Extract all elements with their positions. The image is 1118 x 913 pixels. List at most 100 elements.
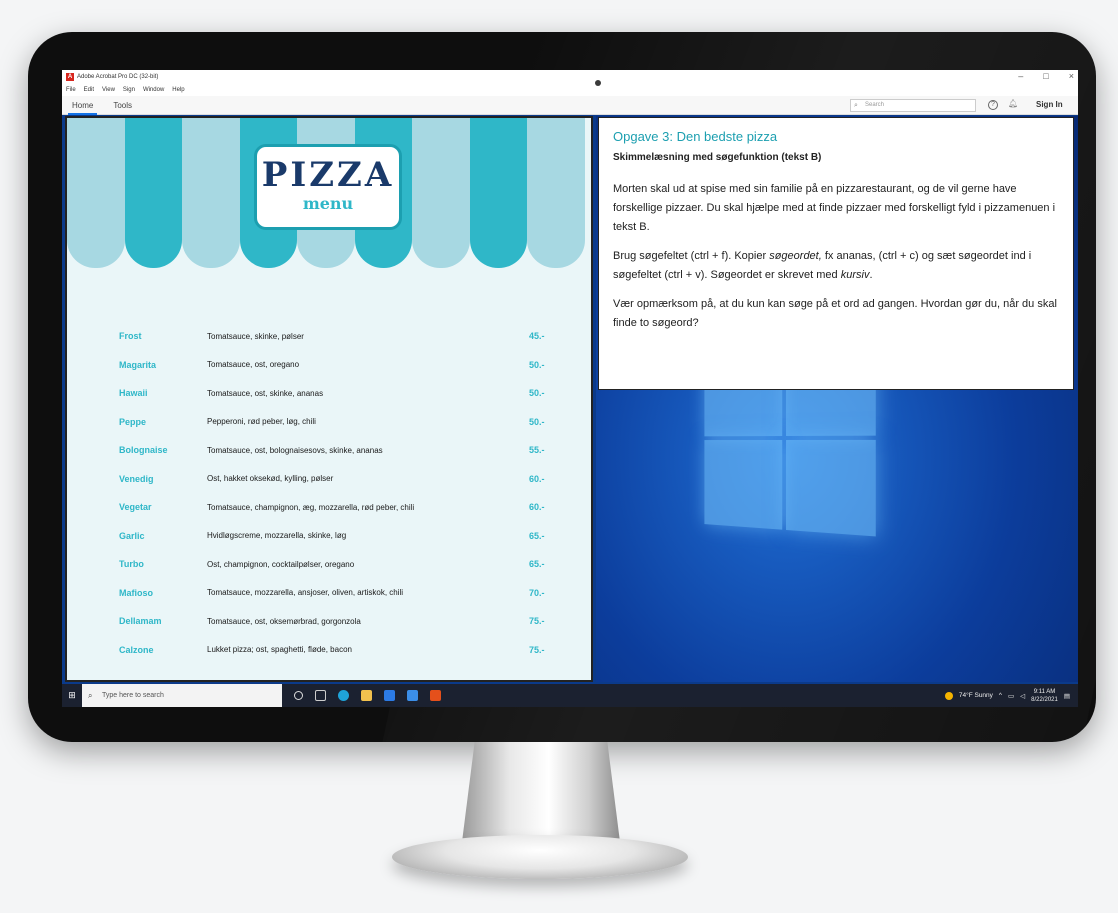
window-controls: – □ × <box>1018 71 1074 81</box>
pizza-price: 45.- <box>529 331 545 342</box>
pizza-name: Peppe <box>119 416 147 427</box>
pizza-name: Calzone <box>119 644 154 655</box>
window-title: Adobe Acrobat Pro DC (32-bit) <box>77 74 159 80</box>
taskbar-clock[interactable]: 9:11 AM 8/22/2021 <box>1031 688 1058 704</box>
pizza-name: Magarita <box>119 359 157 370</box>
pizza-description: Pepperoni, rød peber, løg, chili <box>207 417 316 427</box>
taskbar: ⊞ ⌕ Type here to search 74°F Sunny ^ ▭ ◁… <box>62 684 1078 707</box>
monitor-stand-neck <box>462 742 620 842</box>
awning-stripe <box>469 118 527 268</box>
pizza-price: 65.- <box>529 530 545 541</box>
pizza-name: Hawaii <box>119 388 148 399</box>
pizza-price: 50.- <box>529 416 545 427</box>
pdf-document-pane[interactable]: PIZZA menu Frost Tomatsauce, skinke, pøls… <box>65 116 593 682</box>
pizza-name: Mafioso <box>119 587 154 598</box>
minimize-button[interactable]: – <box>1018 71 1023 81</box>
store-icon[interactable] <box>384 690 395 701</box>
close-button[interactable]: × <box>1069 71 1074 81</box>
awning-stripe <box>412 118 470 268</box>
screen: A Adobe Acrobat Pro DC (32-bit) – □ × Fi… <box>62 70 1078 707</box>
weather-text[interactable]: 74°F Sunny <box>959 692 993 699</box>
task-view-icon[interactable] <box>315 690 326 701</box>
mail-icon[interactable] <box>407 690 418 701</box>
pizza-description: Tomatsauce, ost, oregano <box>207 360 300 370</box>
menu-edit[interactable]: Edit <box>84 87 94 93</box>
menu-view[interactable]: View <box>102 87 115 93</box>
list-item: Peppe Pepperoni, rød peber, løg, chili 50.… <box>119 408 559 437</box>
pizza-price: 50.- <box>529 359 545 370</box>
pizza-description: Tomatsauce, mozzarella, ansjoser, oliven… <box>207 588 404 598</box>
menu-file[interactable]: File <box>66 87 76 93</box>
system-tray: 74°F Sunny ^ ▭ ◁ 9:11 AM 8/22/2021 ▤ <box>944 684 1070 707</box>
pizza-name: Venedig <box>119 473 154 484</box>
acrobat-toolbar: Home Tools ⌕ Search ? 🔔︎ Sign In <box>62 96 1078 115</box>
taskbar-app-icons <box>294 690 441 701</box>
list-item: Venedig Ost, hakket oksekød, kylling, pøl… <box>119 465 559 494</box>
task-paragraph: Vær opmærksom på, at du kun kan søge på … <box>613 298 1057 329</box>
webcam-icon <box>595 80 601 86</box>
pizza-description: Tomatsauce, ost, bolognaisesovs, skinke,… <box>207 445 383 455</box>
search-icon: ⌕ <box>88 691 93 700</box>
pizza-description: Tomatsauce, ost, oksemørbrad, gorgonzola <box>207 616 361 626</box>
menu-help[interactable]: Help <box>172 87 184 93</box>
clock-time: 9:11 AM <box>1033 688 1056 695</box>
logo-subtitle: menu <box>302 194 354 213</box>
list-item: Mafioso Tomatsauce, mozzarella, ansjoser,… <box>119 579 559 608</box>
monitor-stand-base <box>392 835 688 879</box>
task-paragraph: Brug søgefeltet (ctrl + f). Kopier søgeo… <box>613 250 1032 281</box>
pizza-description: Ost, champignon, cocktailpølser, oregano <box>207 559 355 569</box>
tab-home[interactable]: Home <box>62 96 103 115</box>
file-explorer-icon[interactable] <box>361 690 372 701</box>
start-button[interactable]: ⊞ <box>62 684 82 707</box>
weather-sun-icon <box>944 691 953 700</box>
pizza-price: 75.- <box>529 616 545 627</box>
pizza-price: 75.- <box>529 644 545 655</box>
list-item: Vegetar Tomatsauce, champignon, æg, mozza… <box>119 493 559 522</box>
notification-bell-icon[interactable]: 🔔︎ <box>1008 99 1018 108</box>
pizza-name: Frost <box>119 331 142 342</box>
search-input[interactable]: ⌕ Search <box>850 99 976 112</box>
pizza-menu-logo: PIZZA menu <box>254 144 402 230</box>
pizza-name: Bolognaise <box>119 445 168 456</box>
volume-icon[interactable]: ◁ <box>1020 692 1025 700</box>
taskbar-search-input[interactable]: ⌕ Type here to search <box>82 684 282 707</box>
office-icon[interactable] <box>430 690 441 701</box>
pizza-price: 55.- <box>529 445 545 456</box>
search-icon: ⌕ <box>854 102 858 109</box>
pizza-description: Tomatsauce, ost, skinke, ananas <box>207 388 324 398</box>
maximize-button[interactable]: □ <box>1043 71 1048 81</box>
list-item: Dellamam Tomatsauce, ost, oksemørbrad, go… <box>119 607 559 636</box>
pizza-description: Tomatsauce, champignon, æg, mozzarella, … <box>207 502 415 512</box>
list-item: Bolognaise Tomatsauce, ost, bolognaisesov… <box>119 436 559 465</box>
pizza-name: Garlic <box>119 530 145 541</box>
task-subtitle: Skimmelæsning med søgefunktion (tekst B) <box>613 152 822 163</box>
pizza-price: 60.- <box>529 502 545 513</box>
notifications-icon[interactable]: ▤ <box>1064 692 1070 700</box>
acrobat-titlebar: A Adobe Acrobat Pro DC (32-bit) – □ × <box>62 70 1078 84</box>
pizza-name: Dellamam <box>119 616 162 627</box>
tray-chevron-icon[interactable]: ^ <box>999 692 1002 699</box>
awning-stripe <box>67 118 125 268</box>
tab-tools[interactable]: Tools <box>103 96 142 115</box>
pizza-menu-list: Frost Tomatsauce, skinke, pølser 45.- Maga… <box>119 322 559 664</box>
awning-stripe <box>182 118 240 268</box>
list-item: Hawaii Tomatsauce, ost, skinke, ananas 50.… <box>119 379 559 408</box>
help-icon[interactable]: ? <box>988 100 998 110</box>
list-item: Calzone Lukket pizza; ost, spaghetti, flø… <box>119 636 559 665</box>
menu-window[interactable]: Window <box>143 87 164 93</box>
menu-sign[interactable]: Sign <box>123 87 135 93</box>
menu-bar: File Edit View Sign Window Help <box>62 84 1078 96</box>
sign-in-button[interactable]: Sign In <box>1036 100 1063 109</box>
cortana-icon[interactable] <box>294 691 303 700</box>
pizza-name: Vegetar <box>119 502 152 513</box>
search-placeholder: Search <box>865 102 885 108</box>
pizza-description: Ost, hakket oksekød, kylling, pølser <box>207 474 334 484</box>
pizza-description: Lukket pizza; ost, spaghetti, fløde, bac… <box>207 645 352 655</box>
pizza-price: 70.- <box>529 587 545 598</box>
network-icon[interactable]: ▭ <box>1008 692 1014 700</box>
awning-stripe <box>527 118 585 268</box>
edge-browser-icon[interactable] <box>338 690 349 701</box>
pizza-price: 50.- <box>529 388 545 399</box>
pizza-price: 60.- <box>529 473 545 484</box>
pizza-description: Hvidløgscreme, mozzarella, skinke, løg <box>207 531 347 541</box>
